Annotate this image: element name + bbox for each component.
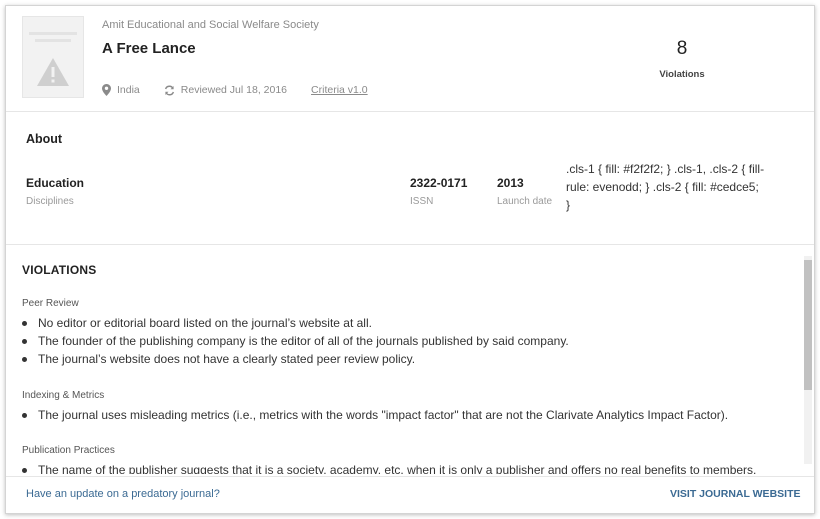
warning-triangle-icon bbox=[37, 58, 69, 86]
placeholder-line bbox=[29, 32, 77, 35]
violations-scrollbar[interactable] bbox=[804, 256, 812, 464]
bullet-dot bbox=[22, 356, 27, 362]
journal-meta: India Reviewed Jul 18, 2016 Criteria v1.… bbox=[102, 82, 392, 98]
category-peer-review: Peer Review bbox=[22, 298, 79, 309]
violation-item: The journal uses misleading metrics (i.e… bbox=[22, 408, 728, 422]
discipline-value: Education bbox=[26, 176, 85, 190]
violation-text: No editor or editorial board listed on t… bbox=[38, 316, 372, 330]
discipline-label: Disciplines bbox=[26, 196, 74, 207]
predatory-update-link[interactable]: Have an update on a predatory journal? bbox=[26, 488, 220, 500]
issn-label: ISSN bbox=[410, 196, 434, 207]
refresh-icon bbox=[164, 85, 174, 95]
scrollbar-thumb[interactable] bbox=[804, 260, 812, 390]
violation-text: The name of the publisher suggests that … bbox=[38, 463, 757, 474]
bullet-dot bbox=[22, 338, 27, 344]
category-publication-practices: Publication Practices bbox=[22, 445, 115, 456]
country-label: India bbox=[117, 84, 140, 96]
violation-text: The journal uses misleading metrics (i.e… bbox=[38, 408, 729, 422]
bullet-dot bbox=[22, 320, 27, 326]
launch-date-value: 2013 bbox=[497, 176, 524, 190]
card-footer: Have an update on a predatory journal? V… bbox=[6, 476, 814, 513]
reviewed-item: Reviewed Jul 18, 2016 bbox=[164, 84, 287, 96]
journal-title: A Free Lance bbox=[102, 40, 196, 57]
placeholder-line bbox=[35, 39, 71, 42]
violation-text: The founder of the publishing company is… bbox=[38, 334, 569, 348]
journal-header: Amit Educational and Social Welfare Soci… bbox=[6, 6, 814, 112]
criteria-link[interactable]: Criteria v1.0 bbox=[311, 84, 368, 96]
journal-card: Amit Educational and Social Welfare Soci… bbox=[5, 5, 815, 514]
about-heading: About bbox=[26, 132, 63, 146]
category-indexing-metrics: Indexing & Metrics bbox=[22, 390, 105, 401]
map-pin-icon bbox=[102, 84, 111, 96]
launch-date-label: Launch date bbox=[497, 196, 553, 207]
violation-item: No editor or editorial board listed on t… bbox=[22, 316, 372, 330]
violations-section: VIOLATIONS Peer Review No editor or edit… bbox=[6, 246, 814, 474]
issn-value: 2322-0171 bbox=[410, 176, 468, 190]
bullet-dot bbox=[22, 467, 27, 473]
violation-item: The name of the publisher suggests that … bbox=[22, 463, 756, 474]
country-item: India bbox=[102, 84, 140, 96]
about-section: About Education Disciplines 2322-0171 IS… bbox=[6, 112, 814, 245]
violations-count-label: Violations bbox=[659, 69, 705, 80]
reviewed-date: Reviewed Jul 18, 2016 bbox=[180, 84, 288, 96]
violation-item: The journal’s website does not have a cl… bbox=[22, 352, 415, 366]
visit-journal-website-link[interactable]: VISIT JOURNAL WEBSITE bbox=[670, 488, 801, 500]
violation-text: The journal’s website does not have a cl… bbox=[38, 352, 416, 366]
journal-cover-placeholder bbox=[22, 16, 84, 98]
violations-heading: VIOLATIONS bbox=[22, 263, 97, 277]
stray-css-text: .cls-1 { fill: #f2f2f2; } .cls-1, .cls-2… bbox=[566, 162, 765, 212]
publisher-name: Amit Educational and Social Welfare Soci… bbox=[102, 19, 319, 31]
violation-item: The founder of the publishing company is… bbox=[22, 334, 569, 348]
violations-count: 8 bbox=[676, 38, 688, 59]
bullet-dot bbox=[22, 412, 27, 418]
